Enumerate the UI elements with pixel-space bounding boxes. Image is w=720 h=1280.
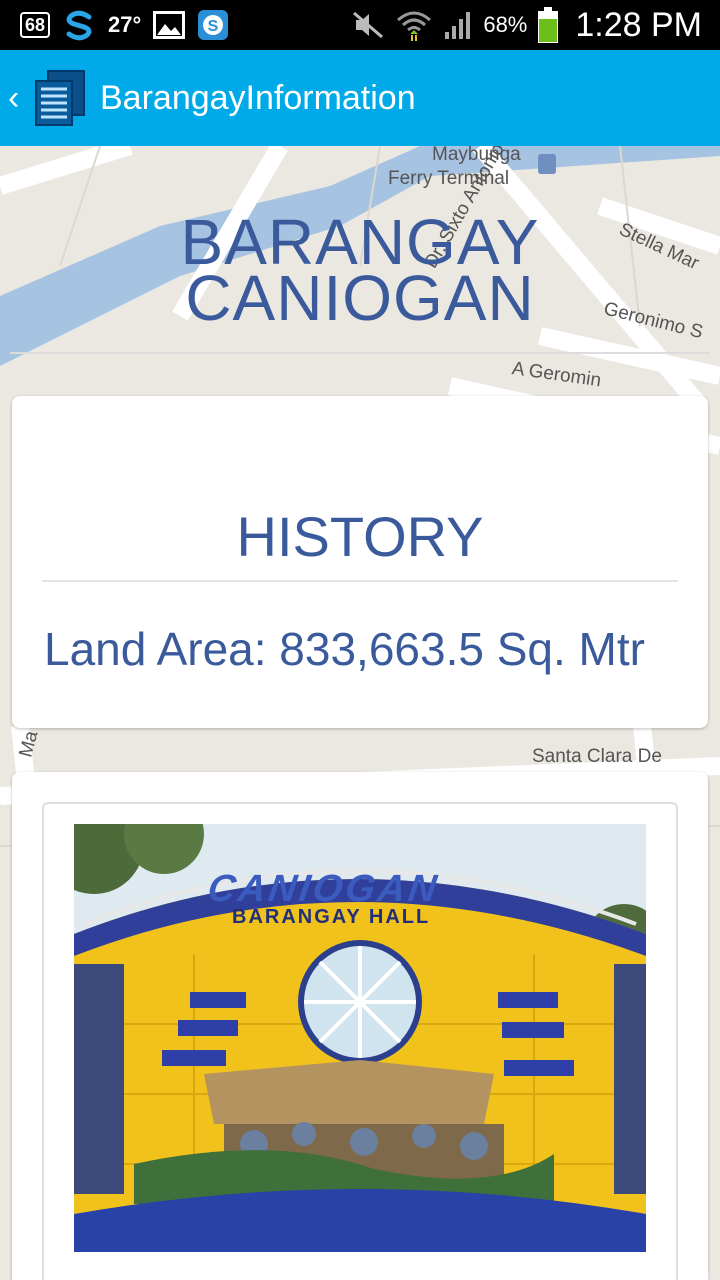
- svg-text:S: S: [208, 18, 219, 35]
- land-area-text: Land Area: 833,663.5 Sq. Mtr: [44, 623, 645, 675]
- battery-percent-text: 68%: [483, 12, 528, 37]
- history-divider: [42, 580, 678, 582]
- temperature-text: 27°: [108, 12, 142, 37]
- app-title: BarangayInformation: [100, 78, 416, 117]
- mute-icon: [353, 11, 384, 39]
- notification-count-badge: 68: [20, 12, 51, 38]
- status-bar: 68 27° S 68% 1:28 PM: [0, 0, 720, 50]
- status-bar-right: 68% 1:28 PM: [351, 0, 720, 50]
- action-bar: ‹ BarangayInformation: [0, 50, 720, 146]
- skype-icon: S: [198, 10, 229, 40]
- photo-sign-subtext: BARANGAY HALL: [232, 906, 431, 928]
- photo-card: CANIOGAN BARANGAY HALL: [12, 772, 708, 1280]
- page-title-line2: CANIOGAN: [185, 262, 535, 334]
- map-label-santa-clara: Santa Clara De: [532, 746, 662, 767]
- barangay-hall-photo[interactable]: CANIOGAN BARANGAY HALL: [74, 824, 646, 1252]
- back-chevron-icon[interactable]: ‹: [8, 79, 28, 118]
- document-list-icon[interactable]: [32, 69, 88, 127]
- sync-s-icon: [66, 10, 92, 41]
- history-card: HISTORY Land Area: 833,663.5 Sq. Mtr: [12, 396, 708, 728]
- title-divider: [10, 352, 710, 354]
- wifi-icon: [397, 11, 432, 41]
- photo-frame: CANIOGAN BARANGAY HALL: [42, 802, 678, 1280]
- clock-text: 1:28 PM: [575, 5, 702, 44]
- gallery-icon: [153, 11, 186, 39]
- photo-sign-text: CANIOGAN: [205, 868, 442, 910]
- history-title: HISTORY: [236, 505, 484, 568]
- page-title: BARANGAY CANIOGAN: [0, 210, 720, 334]
- status-bar-left: 68 27° S: [0, 0, 229, 50]
- battery-icon: [538, 7, 559, 43]
- signal-icon: [445, 12, 471, 39]
